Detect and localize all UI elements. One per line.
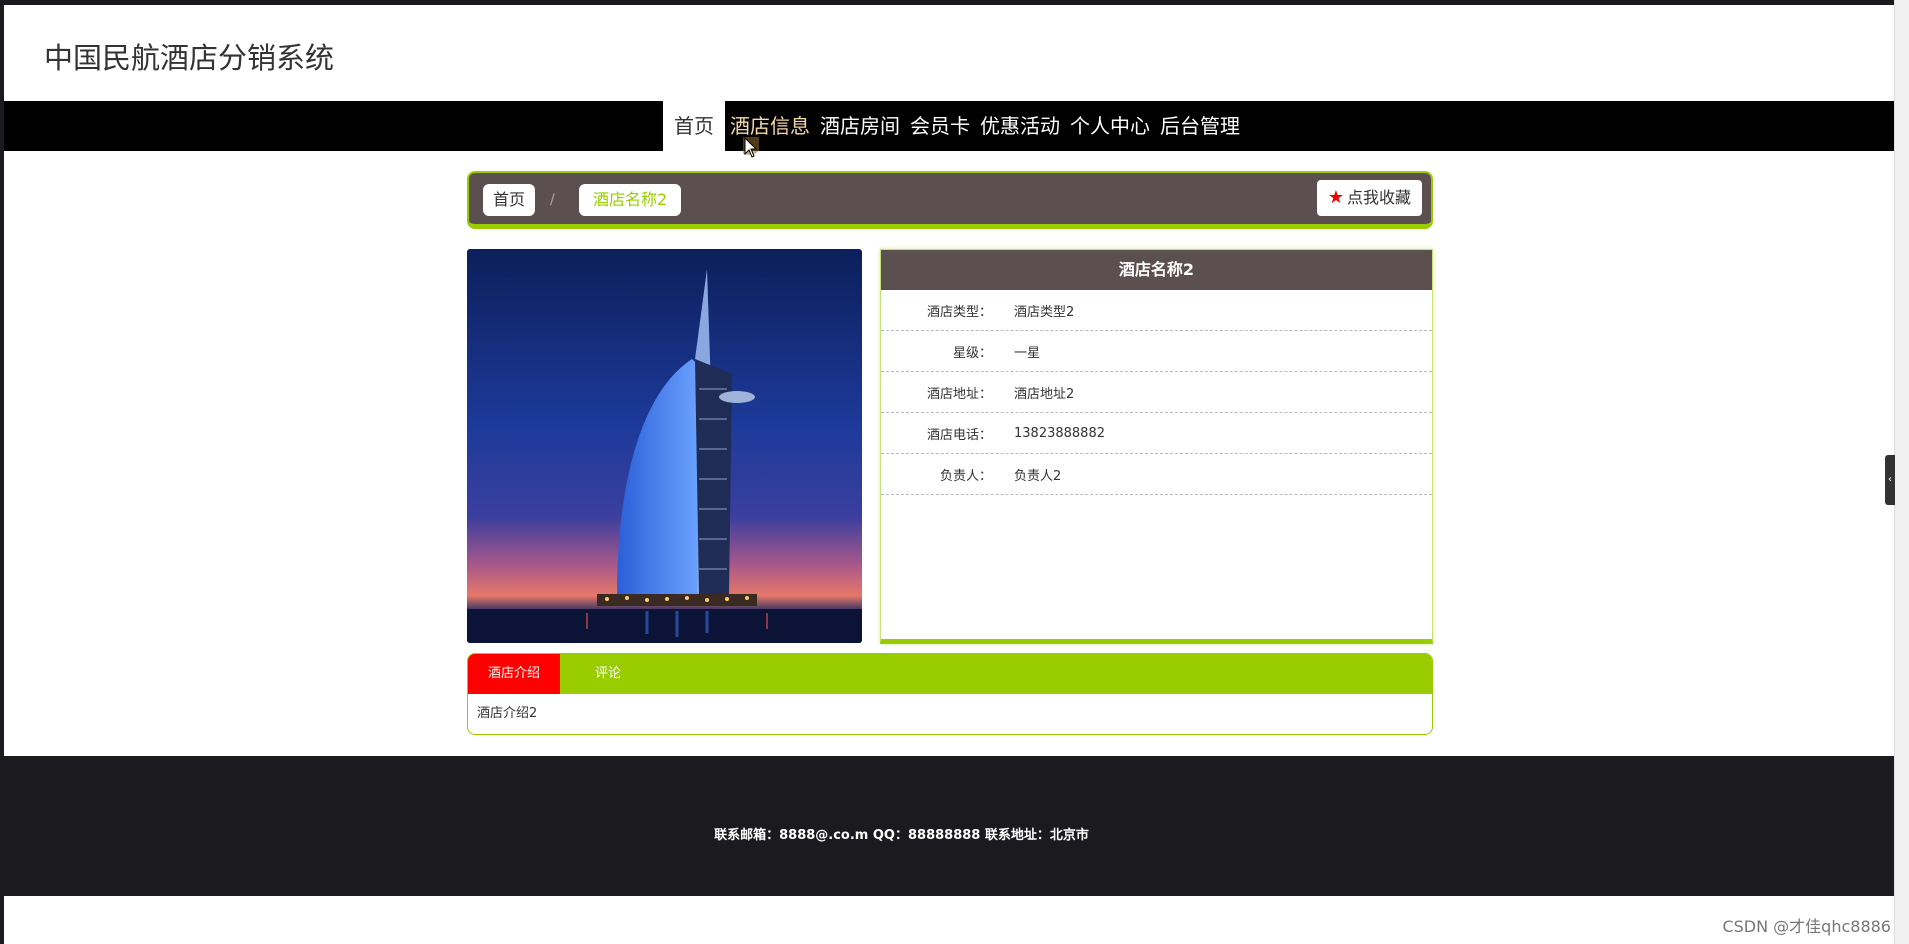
- site-footer: 联系邮箱：8888@.co.m QQ：88888888 联系地址：北京市: [4, 756, 1894, 896]
- mouse-cursor-icon: [743, 137, 759, 158]
- nav-item-home[interactable]: 首页: [663, 101, 725, 151]
- nav-item-personal-center[interactable]: 个人中心: [1065, 101, 1155, 151]
- info-label: 负责人：: [939, 468, 992, 484]
- tab-hotel-intro[interactable]: 酒店介绍: [468, 654, 560, 694]
- info-row-manager: 负责人： 负责人2: [881, 454, 1432, 495]
- star-icon: ★: [1327, 187, 1344, 208]
- favorite-button-label: 点我收藏: [1346, 188, 1411, 207]
- nav-item-admin[interactable]: 后台管理: [1155, 101, 1245, 151]
- tab-comments[interactable]: 评论: [560, 654, 639, 694]
- breadcrumb-current: 酒店名称2: [579, 184, 682, 216]
- hotel-photo-illustration: [467, 249, 862, 643]
- detail-tabs: 酒店介绍 评论 酒店介绍2: [467, 653, 1433, 735]
- info-row-phone: 酒店电话： 13823888882: [881, 413, 1432, 454]
- info-value: 一星: [1014, 345, 1041, 361]
- info-value: 酒店地址2: [1014, 386, 1075, 402]
- info-value: 负责人2: [1014, 468, 1062, 484]
- hotel-photo: [467, 249, 862, 643]
- info-label: 酒店电话：: [926, 427, 992, 443]
- hotel-name-heading: 酒店名称2: [881, 250, 1432, 290]
- breadcrumb-separator: /: [550, 192, 555, 208]
- info-value: 酒店类型2: [1014, 304, 1075, 320]
- scrollbar[interactable]: [1894, 0, 1909, 944]
- site-header: 中国民航酒店分销系统: [4, 5, 1894, 101]
- nav-item-member-card[interactable]: 会员卡: [905, 101, 975, 151]
- hotel-info-panel: 酒店名称2 酒店类型： 酒店类型2 星级： 一星 酒店地址： 酒店地址2 酒店电…: [880, 249, 1433, 644]
- tab-bar: 酒店介绍 评论: [468, 654, 1432, 694]
- chevron-left-icon: ‹: [1888, 474, 1892, 485]
- nav-item-hotel-info[interactable]: 酒店信息: [725, 101, 815, 151]
- favorite-button[interactable]: ★ 点我收藏: [1316, 180, 1422, 216]
- info-row-type: 酒店类型： 酒店类型2: [881, 290, 1432, 331]
- breadcrumb-home-link[interactable]: 首页: [483, 184, 536, 216]
- breadcrumb: 首页 / 酒店名称2 ★ 点我收藏: [467, 171, 1433, 229]
- info-value: 13823888882: [1014, 425, 1105, 441]
- side-panel-toggle[interactable]: ‹: [1885, 455, 1895, 505]
- footer-contact: 联系邮箱：8888@.co.m QQ：88888888 联系地址：北京市: [714, 828, 1089, 843]
- site-title: 中国民航酒店分销系统: [44, 41, 335, 75]
- nav-item-promotions[interactable]: 优惠活动: [975, 101, 1065, 151]
- main-nav: 首页 酒店信息 酒店房间 会员卡 优惠活动 个人中心 后台管理: [4, 101, 1894, 151]
- info-row-address: 酒店地址： 酒店地址2: [881, 372, 1432, 413]
- info-row-star: 星级： 一星: [881, 331, 1432, 372]
- watermark: CSDN @才佳qhc8886: [1722, 917, 1891, 936]
- nav-item-hotel-rooms[interactable]: 酒店房间: [815, 101, 905, 151]
- info-label: 星级：: [952, 345, 992, 361]
- info-label: 酒店类型：: [926, 304, 992, 320]
- info-label: 酒店地址：: [926, 386, 992, 402]
- tab-content: 酒店介绍2: [477, 706, 538, 721]
